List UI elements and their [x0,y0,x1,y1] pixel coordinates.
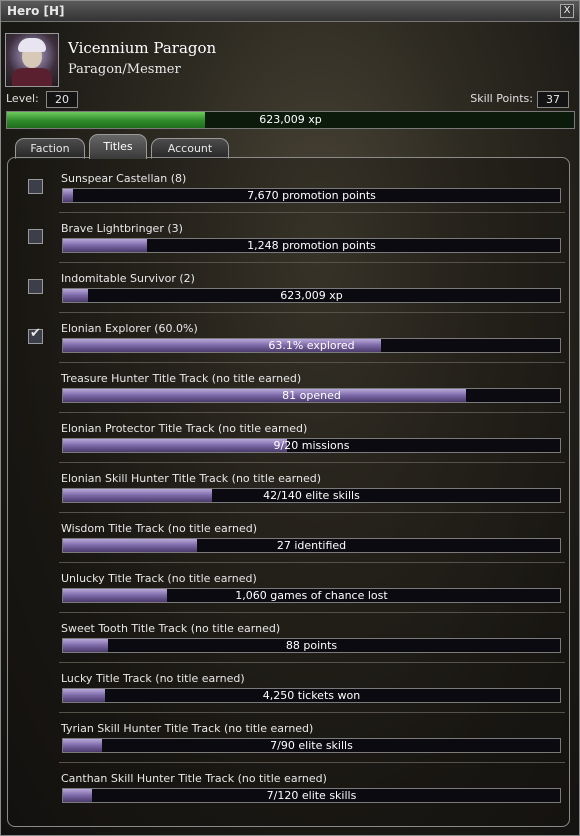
title-progress-text: 1,248 promotion points [247,239,376,252]
tab-titles[interactable]: Titles [89,134,147,159]
level-value: 20 [46,91,78,108]
title-name: Indomitable Survivor (2) [61,272,195,285]
skill-points-value: 37 [537,91,569,108]
title-progress-bar: 88 points [62,638,561,653]
title-row: Sweet Tooth Title Track (no title earned… [14,613,573,663]
title-row: Canthan Skill Hunter Title Track (no tit… [14,763,573,813]
title-progress-text: 63.1% explored [268,339,355,352]
title-name: Sweet Tooth Title Track (no title earned… [61,622,281,635]
title-row: Elonian Skill Hunter Title Track (no tit… [14,463,573,513]
title-progress-text: 81 opened [282,389,341,402]
title-progress-text: 42/140 elite skills [263,489,360,502]
checkmark-icon: ✔ [30,326,41,341]
title-name: Unlucky Title Track (no title earned) [61,572,257,585]
title-row: Elonian Protector Title Track (no title … [14,413,573,463]
title-row: Lucky Title Track (no title earned) 4,250… [14,663,573,713]
title-progress-bar: 7,670 promotion points [62,188,561,203]
window-title: Hero [H] [7,4,65,18]
title-progress-text: 9/20 missions [273,439,350,452]
title-name: Treasure Hunter Title Track (no title ea… [61,372,302,385]
title-progress-bar: 1,248 promotion points [62,238,561,253]
close-icon[interactable]: X [560,4,574,18]
title-progress-text: 88 points [285,639,338,652]
title-name: Sunspear Castellan (8) [61,172,187,185]
title-progress-bar: 9/20 missions [62,438,561,453]
title-name: Elonian Explorer (60.0%) [61,322,198,335]
title-row: Indomitable Survivor (2) 623,009 xp [14,263,573,313]
title-progress-text: 1,060 games of chance lost [235,589,388,602]
title-row: ✔ Elonian Explorer (60.0%) 63.1% explored [14,313,573,363]
title-name: Elonian Protector Title Track (no title … [61,422,308,435]
title-name: Lucky Title Track (no title earned) [61,672,245,685]
title-progress-bar: 623,009 xp [62,288,561,303]
hero-profession: Paragon/Mesmer [68,62,181,77]
title-row: Tyrian Skill Hunter Title Track (no titl… [14,713,573,763]
title-progress-bar: 1,060 games of chance lost [62,588,561,603]
tab-faction[interactable]: Faction [15,138,85,159]
title-progress-text: 7,670 promotion points [247,189,376,202]
title-progress-text: 623,009 xp [280,289,343,302]
title-progress-bar: 81 opened [62,388,561,403]
title-progress-text: 7/90 elite skills [270,739,353,752]
title-row: Sunspear Castellan (8) 7,670 promotion po… [14,163,573,213]
experience-text: 623,009 xp [259,113,322,126]
display-title-checkbox[interactable]: ✔ [28,326,43,344]
title-progress-bar: 42/140 elite skills [62,488,561,503]
portrait-body [12,68,52,86]
tab-account[interactable]: Account [151,138,229,159]
display-title-checkbox[interactable] [28,179,43,194]
title-row: Brave Lightbringer (3) 1,248 promotion po… [14,213,573,263]
title-name: Elonian Skill Hunter Title Track (no tit… [61,472,321,485]
title-name: Tyrian Skill Hunter Title Track (no titl… [61,722,314,735]
display-title-checkbox[interactable] [28,279,43,294]
title-progress-bar: 4,250 tickets won [62,688,561,703]
titles-panel: Sunspear Castellan (8) 7,670 promotion po… [7,157,570,827]
title-row: Unlucky Title Track (no title earned) 1,0… [14,563,573,613]
title-progress-bar: 7/90 elite skills [62,738,561,753]
title-row: Treasure Hunter Title Track (no title ea… [14,363,573,413]
hero-portrait [5,33,59,87]
title-progress-text: 4,250 tickets won [262,689,361,702]
title-progress-text: 27 identified [276,539,347,552]
title-row: Wisdom Title Track (no title earned) 27 i… [14,513,573,563]
portrait-hair [18,38,46,52]
display-title-checkbox[interactable] [28,229,43,244]
title-bar[interactable]: Hero [H] X [1,1,579,22]
title-name: Canthan Skill Hunter Title Track (no tit… [61,772,327,785]
title-progress-bar: 7/120 elite skills [62,788,561,803]
level-label: Level: [6,92,39,105]
title-progress-text: 7/120 elite skills [266,789,357,802]
experience-bar: 623,009 xp [6,111,575,129]
hero-name: Vicennium Paragon [68,39,217,57]
title-name: Brave Lightbringer (3) [61,222,183,235]
skill-points-label: Skill Points: [470,92,533,105]
title-name: Wisdom Title Track (no title earned) [61,522,258,535]
hero-window: Hero [H] X Vicennium Paragon Paragon/Mes… [0,0,580,836]
title-progress-bar: 27 identified [62,538,561,553]
title-progress-bar: 63.1% explored [62,338,561,353]
